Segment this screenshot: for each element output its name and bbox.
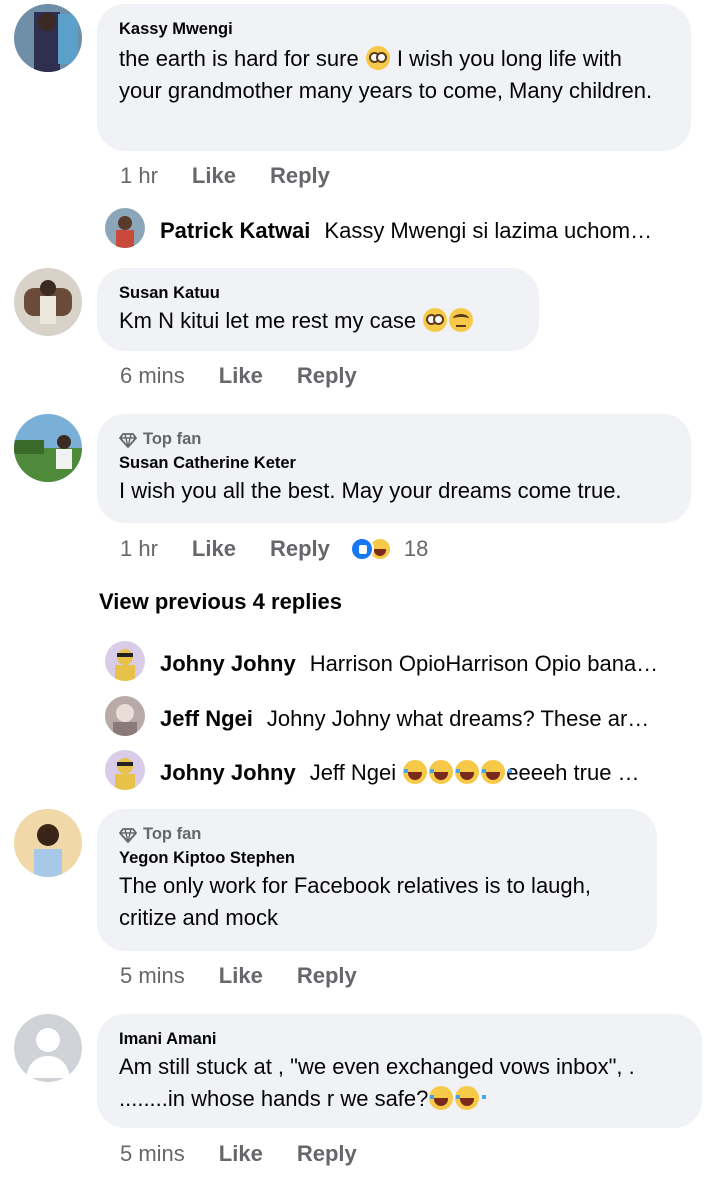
reply-button[interactable]: Reply — [270, 536, 330, 562]
reply-text: Harrison OpioHarrison Opio bana… — [309, 651, 659, 676]
commenter-name[interactable]: Yegon Kiptoo Stephen — [119, 849, 635, 868]
comment-meta: 6 mins Like Reply — [120, 363, 357, 389]
avatar[interactable] — [14, 414, 82, 482]
avatar[interactable] — [105, 641, 145, 681]
reaction-count: 18 — [403, 536, 429, 561]
like-button[interactable]: Like — [192, 163, 236, 189]
reply-text: Jeff Ngei eeeeh true … — [309, 760, 640, 785]
comment-meta: 5 mins Like Reply — [120, 1141, 357, 1167]
timestamp[interactable]: 1 hr — [120, 536, 158, 562]
timestamp[interactable]: 5 mins — [120, 963, 185, 989]
top-fan-badge: Top fan — [119, 430, 669, 449]
tears-of-joy-emoji-icon — [455, 760, 487, 784]
comment-text: Km N kitui let me rest my case — [119, 305, 517, 337]
reply-preview[interactable]: Johny Johny Harrison OpioHarrison Opio b… — [160, 651, 680, 677]
avatar[interactable] — [14, 268, 82, 336]
flushed-emoji-icon — [365, 46, 390, 70]
commenter-name[interactable]: Susan Catherine Keter — [119, 454, 669, 473]
comment-bubble: Imani Amani Am still stuck at , "we even… — [97, 1014, 702, 1128]
tears-of-joy-emoji-icon — [481, 760, 513, 784]
comment-bubble: Kassy Mwengi the earth is hard for sure … — [97, 4, 691, 151]
tears-of-joy-emoji-icon — [429, 1086, 461, 1110]
like-button[interactable]: Like — [219, 363, 263, 389]
comment-meta: 1 hr Like Reply — [120, 163, 330, 189]
timestamp[interactable]: 5 mins — [120, 1141, 185, 1167]
diamond-icon — [119, 827, 137, 843]
avatar[interactable] — [105, 696, 145, 736]
reply-text: Kassy Mwengi si lazima uchom… — [324, 218, 653, 243]
comment-bubble: Susan Katuu Km N kitui let me rest my ca… — [97, 268, 539, 351]
reactions-summary[interactable]: 18 — [349, 536, 429, 562]
comment-text: I wish you all the best. May your dreams… — [119, 478, 622, 503]
avatar[interactable] — [105, 208, 145, 248]
comment-text: Am still stuck at , "we even exchanged v… — [119, 1054, 635, 1111]
avatar[interactable] — [14, 1014, 82, 1082]
comment-text: the earth is hard for sure I wish you lo… — [119, 46, 653, 103]
view-previous-replies-link[interactable]: View previous 4 replies — [99, 589, 342, 615]
avatar[interactable] — [14, 4, 82, 72]
reply-button[interactable]: Reply — [297, 1141, 357, 1167]
reply-author[interactable]: Jeff Ngei — [160, 706, 253, 732]
like-reaction-icon — [349, 537, 374, 561]
tears-of-joy-emoji-icon — [429, 760, 461, 784]
flushed-emoji-icon — [423, 308, 448, 332]
reply-preview[interactable]: Johny Johny Jeff Ngei eeeeh true … — [160, 760, 680, 786]
reply-button[interactable]: Reply — [270, 163, 330, 189]
commenter-name[interactable]: Imani Amani — [119, 1030, 680, 1049]
avatar[interactable] — [14, 809, 82, 877]
commenter-name[interactable]: Kassy Mwengi — [119, 20, 669, 39]
like-button[interactable]: Like — [219, 1141, 263, 1167]
reply-preview[interactable]: Jeff Ngei Johny Johny what dreams? These… — [160, 706, 680, 732]
reply-text: Johny Johny what dreams? These ar… — [266, 706, 650, 731]
like-button[interactable]: Like — [219, 963, 263, 989]
reply-author[interactable]: Patrick Katwai — [160, 218, 310, 244]
avatar[interactable] — [105, 750, 145, 790]
reply-author[interactable]: Johny Johny — [160, 760, 296, 786]
like-button[interactable]: Like — [192, 536, 236, 562]
reply-author[interactable]: Johny Johny — [160, 651, 296, 677]
comment-bubble: Top fan Yegon Kiptoo Stephen The only wo… — [97, 809, 657, 951]
reply-preview[interactable]: Patrick Katwai Kassy Mwengi si lazima uc… — [160, 218, 680, 244]
comment-meta: 1 hr Like Reply 18 — [120, 536, 428, 562]
comment-bubble: Top fan Susan Catherine Keter I wish you… — [97, 414, 691, 523]
diamond-icon — [119, 432, 137, 448]
comment-meta: 5 mins Like Reply — [120, 963, 357, 989]
timestamp[interactable]: 6 mins — [120, 363, 185, 389]
top-fan-badge: Top fan — [119, 825, 635, 844]
timestamp[interactable]: 1 hr — [120, 163, 158, 189]
commenter-name[interactable]: Susan Katuu — [119, 284, 517, 303]
tears-of-joy-emoji-icon — [455, 1086, 487, 1110]
eye-roll-emoji-icon — [449, 308, 474, 332]
tears-of-joy-emoji-icon — [403, 760, 435, 784]
reply-button[interactable]: Reply — [297, 363, 357, 389]
comment-text: The only work for Facebook relatives is … — [119, 873, 592, 930]
reply-button[interactable]: Reply — [297, 963, 357, 989]
